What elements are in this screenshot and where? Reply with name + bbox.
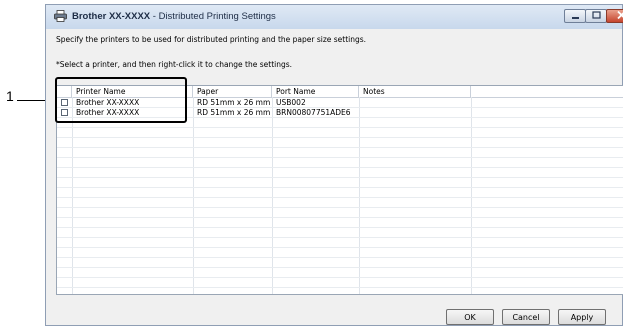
- window-title: Brother XX-XXXX - Distributed Printing S…: [72, 11, 276, 22]
- row-checkbox[interactable]: [61, 99, 68, 106]
- column-paper[interactable]: Paper: [193, 86, 272, 97]
- cancel-button[interactable]: Cancel: [502, 309, 550, 325]
- description-text: Specify the printers to be used for dist…: [56, 35, 367, 44]
- apply-button[interactable]: Apply: [558, 309, 606, 325]
- settings-window: Brother XX-XXXX - Distributed Printing S…: [45, 4, 623, 326]
- cell-printer-name: Brother XX-XXXX: [76, 98, 140, 107]
- instruction-text: *Select a printer, and then right-click …: [56, 60, 293, 69]
- cell-notes: [359, 108, 363, 118]
- grid-line: [57, 277, 623, 278]
- maximize-icon: [591, 11, 601, 21]
- ok-button[interactable]: OK: [446, 309, 494, 325]
- grid-line: [57, 177, 623, 178]
- close-button[interactable]: [606, 9, 623, 23]
- minimize-icon: [571, 12, 580, 21]
- grid-line: [57, 157, 623, 158]
- grid-line: [57, 287, 623, 288]
- grid-line: [57, 217, 623, 218]
- table-row[interactable]: Brother XX-XXXX RD 51mm x 26 mm USB002: [57, 98, 623, 108]
- minimize-button[interactable]: [564, 9, 586, 23]
- printer-list: Printer Name Paper Port Name Notes Broth…: [56, 85, 623, 295]
- grid-line: [57, 207, 623, 208]
- printer-icon: [54, 10, 67, 22]
- column-port-name[interactable]: Port Name: [272, 86, 359, 97]
- grid-line: [57, 127, 623, 128]
- header-checkbox-column: [57, 86, 72, 97]
- grid-line: [57, 247, 623, 248]
- column-notes[interactable]: Notes: [359, 86, 471, 97]
- cell-paper: RD 51mm x 26 mm: [197, 108, 271, 117]
- window-title-main: Brother XX-XXXX: [72, 11, 151, 22]
- grid-line: [57, 167, 623, 168]
- row-checkbox[interactable]: [61, 109, 68, 116]
- column-printer-name[interactable]: Printer Name: [72, 86, 193, 97]
- grid-line: [57, 227, 623, 228]
- callout-number: 1: [6, 88, 14, 104]
- grid-line: [57, 137, 623, 138]
- grid-line: [57, 147, 623, 148]
- grid-line: [57, 187, 623, 188]
- cell-port-name: USB002: [276, 98, 306, 107]
- table-row[interactable]: Brother XX-XXXX RD 51mm x 26 mm BRN00807…: [57, 108, 623, 118]
- window-title-suffix: - Distributed Printing Settings: [150, 11, 276, 22]
- title-bar[interactable]: Brother XX-XXXX - Distributed Printing S…: [46, 5, 623, 29]
- grid-line: [57, 267, 623, 268]
- grid-line: [57, 197, 623, 198]
- close-icon: [616, 10, 623, 21]
- list-header: Printer Name Paper Port Name Notes: [57, 86, 623, 98]
- grid-line: [57, 257, 623, 258]
- cell-notes: [359, 98, 363, 108]
- maximize-button[interactable]: [585, 9, 607, 23]
- cell-printer-name: Brother XX-XXXX: [76, 108, 140, 117]
- cell-port-name: BRN00807751ADE6: [276, 108, 351, 117]
- grid-line: [57, 237, 623, 238]
- cell-paper: RD 51mm x 26 mm: [197, 98, 271, 107]
